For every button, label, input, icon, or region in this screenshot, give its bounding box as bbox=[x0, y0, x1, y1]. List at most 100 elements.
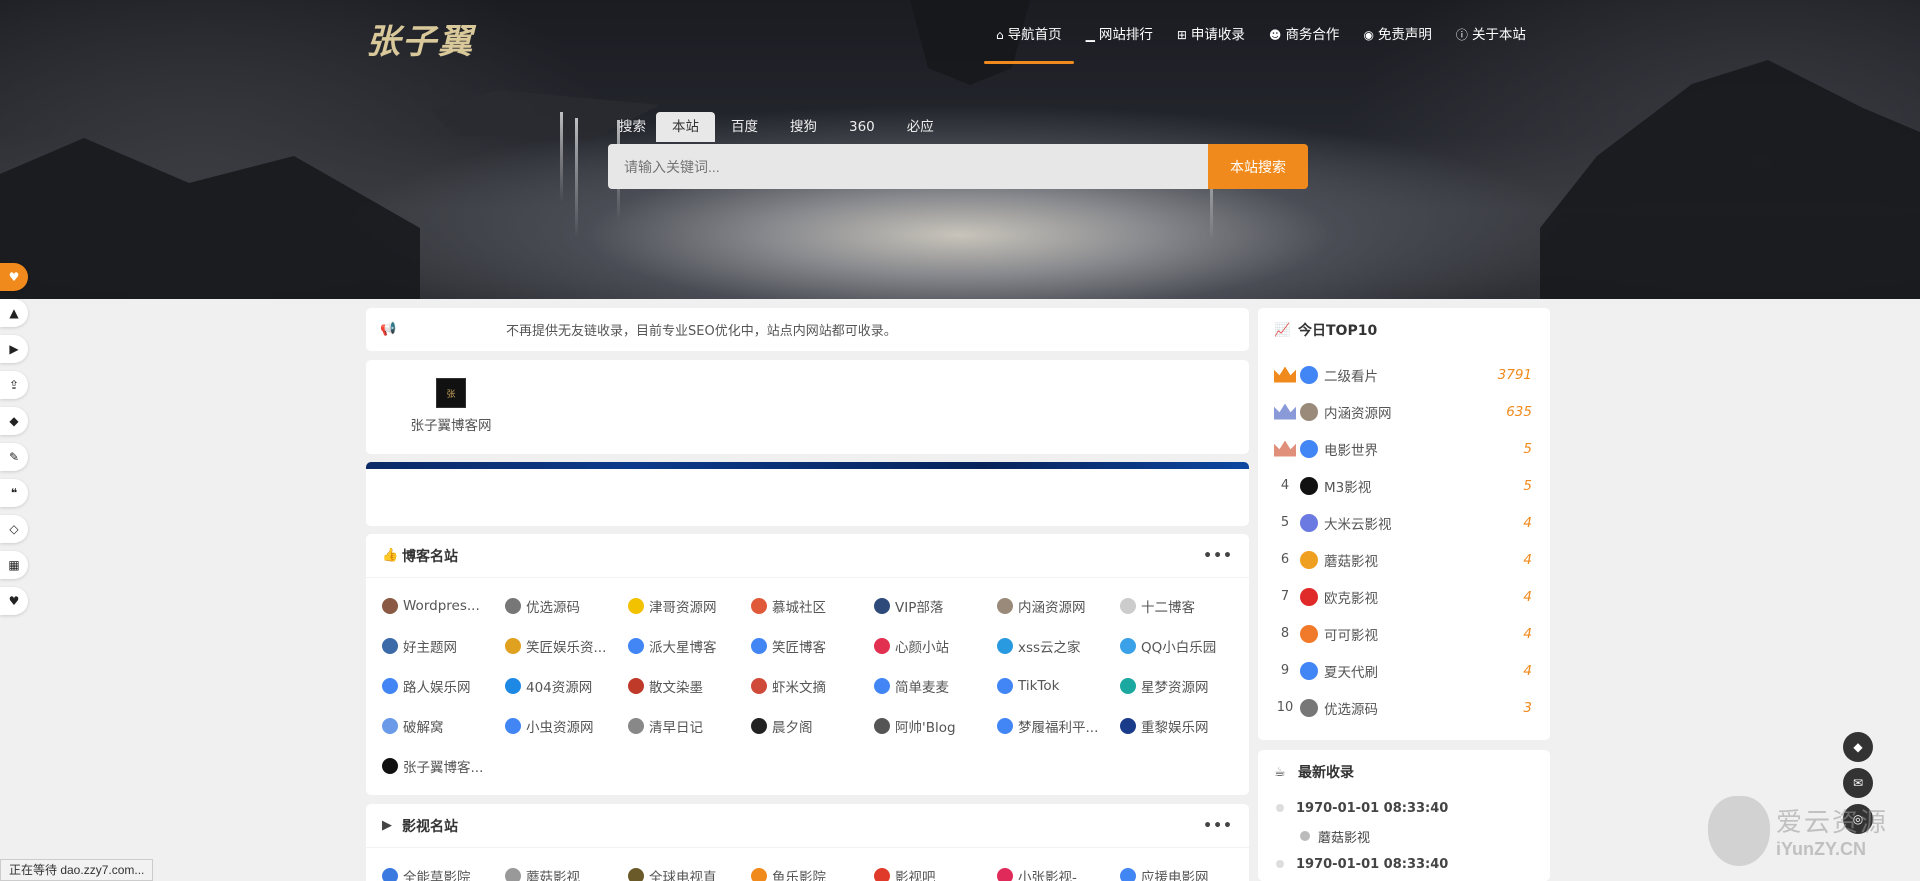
site-logo[interactable]: 张子翼 bbox=[366, 14, 474, 63]
nav-item-submit[interactable]: ⊞ 申请收录 bbox=[1165, 24, 1257, 64]
top10-item[interactable]: 二级看片 3791 bbox=[1258, 356, 1550, 393]
top10-header: 📈 今日TOP10 bbox=[1258, 308, 1550, 352]
ad-banner[interactable] bbox=[366, 462, 1249, 526]
search-tab-baidu[interactable]: 百度 bbox=[715, 112, 774, 142]
site-favicon bbox=[874, 598, 890, 614]
sidebar-qq-button[interactable]: ◆ bbox=[0, 407, 28, 435]
site-link[interactable]: 晨夕阁 bbox=[751, 706, 874, 746]
watermark: 爱云资源 iYunZY.CN bbox=[1708, 796, 1888, 866]
site-link[interactable]: 破解窝 bbox=[382, 706, 505, 746]
site-favicon bbox=[1300, 587, 1318, 606]
site-name: 好主题网 bbox=[403, 640, 457, 656]
site-link[interactable]: 阿帅'Blog bbox=[874, 706, 997, 746]
site-link[interactable]: 404资源网 bbox=[505, 666, 628, 706]
site-link[interactable]: 路人娱乐网 bbox=[382, 666, 505, 706]
site-link[interactable]: 梦履福利平... bbox=[997, 706, 1120, 746]
site-link[interactable]: 好主题网 bbox=[382, 626, 505, 666]
site-link[interactable]: 笑匠博客 bbox=[751, 626, 874, 666]
site-favicon bbox=[1300, 439, 1318, 458]
site-link[interactable]: 张子翼博客... bbox=[382, 746, 505, 786]
more-icon[interactable]: ••• bbox=[1203, 548, 1233, 564]
featured-link[interactable]: 张 张子翼博客网 bbox=[391, 378, 511, 434]
site-link[interactable]: 小虫资源网 bbox=[505, 706, 628, 746]
sidebar-blog-button[interactable]: ▲ bbox=[0, 299, 28, 327]
latest-header: ☕ 最新收录 bbox=[1258, 750, 1550, 794]
fab-qq-button[interactable]: ◆ bbox=[1843, 732, 1873, 762]
sidebar-tools-button[interactable]: ✎ bbox=[0, 443, 28, 471]
nav-item-home[interactable]: ⌂ 导航首页 bbox=[984, 24, 1074, 64]
search-button[interactable]: 本站搜索 bbox=[1208, 144, 1308, 189]
site-link[interactable]: 心颜小站 bbox=[874, 626, 997, 666]
site-grid: Wordpres... 优选源码 津哥资源网 慕城社区 VIP部落 内涵资源网 十二博客好主… bbox=[366, 578, 1249, 786]
timeline-item[interactable]: 蘑菇影视 bbox=[1276, 822, 1550, 850]
top10-card: 📈 今日TOP10 二级看片 3791 内涵资源网 635 电影世界 5 4 M3影视 5 5 大米… bbox=[1258, 308, 1550, 740]
notice-bar: 📢 不再提供无友链收录，目前专业SEO优化中，站点内网站都可收录。 bbox=[366, 308, 1249, 351]
top10-item[interactable]: 4 M3影视 5 bbox=[1258, 467, 1550, 504]
bullhorn-icon: 📢 bbox=[380, 322, 397, 337]
search-input[interactable] bbox=[608, 144, 1208, 189]
site-link[interactable]: 虾米文摘 bbox=[751, 666, 874, 706]
site-link[interactable]: QQ小白乐园 bbox=[1120, 626, 1243, 666]
thumbs-up-icon: ♥ bbox=[8, 270, 20, 284]
site-link[interactable]: 影视吧 bbox=[874, 856, 997, 881]
sidebar-video-button[interactable]: ▶ bbox=[0, 335, 28, 363]
search-tab-360[interactable]: 360 bbox=[833, 112, 891, 142]
site-link[interactable]: 散文染墨 bbox=[628, 666, 751, 706]
site-link[interactable]: Wordpres... bbox=[382, 586, 505, 626]
site-link[interactable]: 慕城社区 bbox=[751, 586, 874, 626]
site-link[interactable]: 蘑菇影视 bbox=[505, 856, 628, 881]
site-link[interactable]: 内涵资源网 bbox=[997, 586, 1120, 626]
nav-item-disclaimer[interactable]: ◉ 免责声明 bbox=[1351, 24, 1443, 64]
top10-item[interactable]: 电影世界 5 bbox=[1258, 430, 1550, 467]
sidebar-like-button[interactable]: ♥ bbox=[0, 263, 28, 291]
fab-email-button[interactable]: ✉ bbox=[1843, 768, 1873, 798]
site-favicon bbox=[1120, 868, 1136, 881]
top10-item[interactable]: 9 夏天代刷 4 bbox=[1258, 652, 1550, 689]
top10-item[interactable]: 7 欧克影视 4 bbox=[1258, 578, 1550, 615]
site-name: 路人娱乐网 bbox=[403, 680, 471, 696]
site-link[interactable]: 优选源码 bbox=[505, 586, 628, 626]
site-link[interactable]: 鱼乐影院 bbox=[751, 856, 874, 881]
sidebar-diamond-button[interactable]: ◇ bbox=[0, 515, 28, 543]
site-favicon bbox=[505, 678, 521, 694]
search-tab-sogou[interactable]: 搜狗 bbox=[774, 112, 833, 142]
site-link[interactable]: TikTok bbox=[997, 666, 1120, 706]
nav-label: 导航首页 bbox=[1007, 27, 1062, 43]
site-link[interactable]: 全球电视直 bbox=[628, 856, 751, 881]
site-link[interactable]: 笑匠娱乐资... bbox=[505, 626, 628, 666]
timeline-date: 1970-01-01 08:33:40 bbox=[1276, 850, 1550, 878]
site-link[interactable]: 小张影视- bbox=[997, 856, 1120, 881]
site-link[interactable]: VIP部落 bbox=[874, 586, 997, 626]
top10-item[interactable]: 5 大米云影视 4 bbox=[1258, 504, 1550, 541]
more-icon[interactable]: ••• bbox=[1203, 818, 1233, 834]
site-name: 404资源网 bbox=[526, 680, 593, 696]
sidebar-heart-button[interactable]: ♥ bbox=[0, 587, 28, 615]
top10-item[interactable]: 内涵资源网 635 bbox=[1258, 393, 1550, 430]
site-link[interactable]: 津哥资源网 bbox=[628, 586, 751, 626]
site-name: 笑匠娱乐资... bbox=[526, 640, 607, 656]
site-link[interactable]: xss云之家 bbox=[997, 626, 1120, 666]
nav-item-about[interactable]: ⓘ 关于本站 bbox=[1444, 24, 1538, 64]
site-favicon bbox=[1120, 598, 1136, 614]
site-link[interactable]: 星梦资源网 bbox=[1120, 666, 1243, 706]
thumbs-up-alt-icon: ▲ bbox=[9, 306, 19, 320]
site-link[interactable]: 全能草影院 bbox=[382, 856, 505, 881]
site-link[interactable]: 十二博客 bbox=[1120, 586, 1243, 626]
site-link[interactable]: 简单麦麦 bbox=[874, 666, 997, 706]
site-link[interactable]: 派大星博客 bbox=[628, 626, 751, 666]
sidebar-quote-button[interactable]: ❝ bbox=[0, 479, 28, 507]
site-link[interactable]: 清早日记 bbox=[628, 706, 751, 746]
site-link[interactable]: 应援电影网 bbox=[1120, 856, 1243, 881]
quote-icon: ❝ bbox=[10, 486, 18, 500]
top10-item[interactable]: 8 可可影视 4 bbox=[1258, 615, 1550, 652]
nav-item-business[interactable]: ☻ 商务合作 bbox=[1257, 24, 1352, 64]
users-icon: ☻ bbox=[1268, 28, 1282, 42]
search-tab-site[interactable]: 本站 bbox=[656, 112, 715, 142]
site-link[interactable]: 重黎娱乐网 bbox=[1120, 706, 1243, 746]
sidebar-map-button[interactable]: ▦ bbox=[0, 551, 28, 579]
search-tab-bing[interactable]: 必应 bbox=[891, 112, 950, 142]
top10-item[interactable]: 10 优选源码 3 bbox=[1258, 689, 1550, 726]
nav-item-ranking[interactable]: ▁ 网站排行 bbox=[1074, 24, 1165, 64]
top10-item[interactable]: 6 蘑菇影视 4 bbox=[1258, 541, 1550, 578]
sidebar-upload-button[interactable]: ⇪ bbox=[0, 371, 28, 399]
